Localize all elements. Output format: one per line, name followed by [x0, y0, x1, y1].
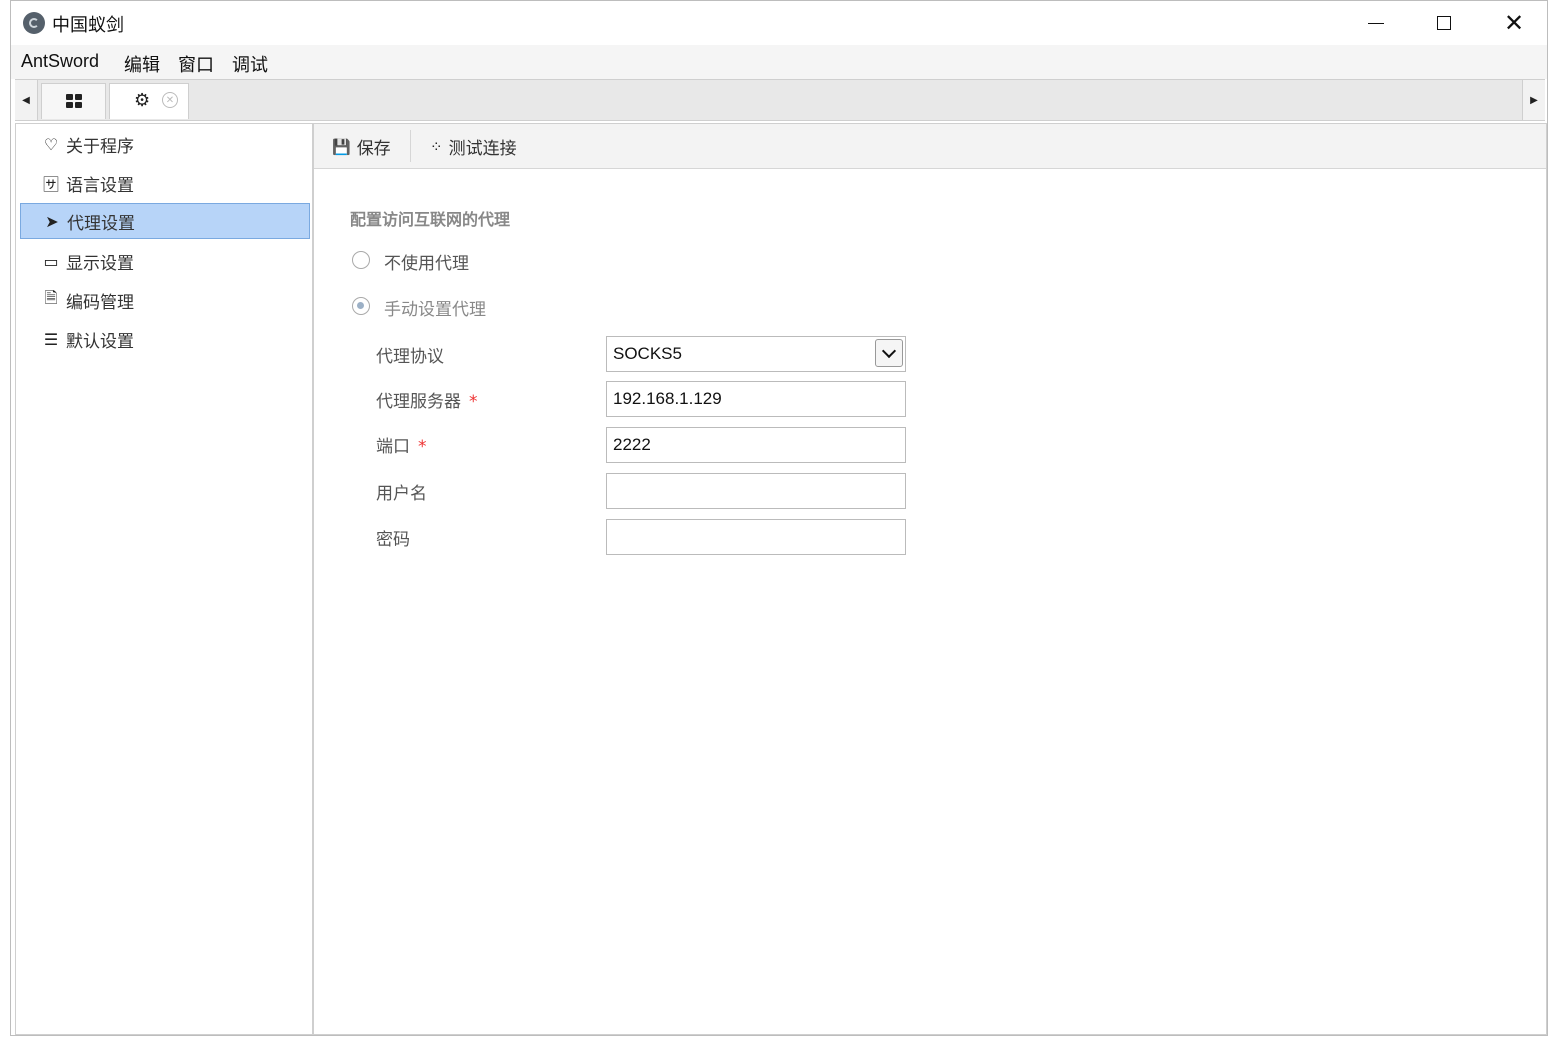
chevron-down-icon: [881, 343, 897, 359]
username-label: 用户名: [376, 484, 427, 504]
sidebar-item-label: 代理设置: [67, 213, 135, 234]
sidebar-item-encoding[interactable]: 🗎 编码管理: [20, 282, 310, 318]
menu-bar: AntSword 编辑 窗口 调试: [11, 45, 1547, 79]
password-input[interactable]: [606, 519, 906, 555]
port-label-text: 端口: [376, 437, 410, 457]
floppy-disk-icon: 💾: [332, 137, 351, 156]
minimize-icon: [1368, 22, 1384, 24]
dropdown-button[interactable]: [875, 339, 903, 367]
password-label: 密码: [376, 530, 410, 550]
grid-icon: [66, 94, 82, 108]
save-label: 保存: [356, 139, 391, 159]
sidebar-item-defaults[interactable]: ☰ 默认设置: [20, 321, 310, 357]
protocol-select[interactable]: SOCKS5: [606, 336, 906, 372]
minimize-button[interactable]: [1341, 1, 1411, 45]
menu-debug[interactable]: 调试: [232, 51, 268, 77]
manual-proxy-label[interactable]: 手动设置代理: [384, 295, 486, 320]
tab-settings[interactable]: ⚙ ✕: [109, 83, 189, 119]
app-window: 中国蚁剑 ✕ AntSword 编辑 窗口 调试 ◀ ⚙ ✕ ▶ ♡ 关于程序 …: [10, 0, 1548, 1036]
translate-icon: 🈂: [42, 175, 59, 194]
port-input[interactable]: 2222: [606, 427, 906, 463]
username-input[interactable]: [606, 473, 906, 509]
save-button[interactable]: 💾 保存: [332, 134, 391, 160]
background-taskbar: [0, 1036, 1560, 1049]
sidebar-item-about[interactable]: ♡ 关于程序: [20, 126, 310, 162]
test-connection-label: 测试连接: [448, 139, 517, 159]
tab-close-icon[interactable]: ✕: [162, 92, 178, 108]
sidebar-item-language[interactable]: 🈂 语言设置: [20, 165, 310, 201]
no-proxy-radio[interactable]: [352, 251, 370, 269]
app-logo-icon: [23, 12, 45, 34]
maximize-button[interactable]: [1409, 1, 1479, 45]
title-bar: 中国蚁剑 ✕: [11, 1, 1547, 45]
protocol-value: SOCKS5: [613, 344, 682, 363]
server-label-text: 代理服务器: [376, 392, 461, 412]
no-proxy-label[interactable]: 不使用代理: [384, 249, 469, 274]
settings-sidebar: ♡ 关于程序 🈂 语言设置 ➤ 代理设置 ▭ 显示设置 🗎 编码管理 ☰ 默认设…: [15, 123, 313, 1035]
tab-scroll-left-button[interactable]: ◀: [15, 80, 38, 120]
maximize-icon: [1437, 16, 1451, 30]
sidebar-item-label: 默认设置: [66, 331, 134, 352]
required-mark: *: [418, 437, 427, 457]
tab-scroll-right-button[interactable]: ▶: [1522, 80, 1545, 120]
sidebar-item-proxy[interactable]: ➤ 代理设置: [20, 203, 310, 239]
gear-icon: ⚙: [134, 90, 151, 111]
sidebar-item-display[interactable]: ▭ 显示设置: [20, 243, 310, 279]
menu-window[interactable]: 窗口: [178, 51, 214, 77]
close-button[interactable]: ✕: [1479, 1, 1549, 45]
background-app: [1548, 0, 1560, 1049]
sliders-icon: ☰: [43, 329, 59, 349]
spinner-icon: ⁘: [430, 137, 443, 156]
toolbar-divider: [410, 130, 411, 162]
server-label: 代理服务器 *: [376, 387, 478, 412]
close-icon: ✕: [1503, 9, 1525, 37]
manual-proxy-radio[interactable]: [352, 297, 370, 315]
protocol-label: 代理协议: [376, 347, 444, 367]
server-input[interactable]: 192.168.1.129: [606, 381, 906, 417]
window-title: 中国蚁剑: [52, 15, 124, 36]
monitor-icon: ▭: [43, 251, 59, 271]
panel-toolbar: 💾 保存 ⁘ 测试连接: [314, 124, 1546, 169]
sidebar-item-label: 编码管理: [66, 292, 134, 313]
paper-plane-icon: ➤: [45, 211, 59, 231]
sidebar-item-label: 关于程序: [66, 136, 134, 157]
menu-antsword[interactable]: AntSword: [21, 51, 99, 72]
sidebar-item-label: 语言设置: [66, 175, 134, 196]
tab-bar: ◀ ⚙ ✕ ▶: [15, 79, 1545, 121]
proxy-settings-panel: 💾 保存 ⁘ 测试连接 配置访问互联网的代理 不使用代理 手动设置代理 代理协议…: [313, 123, 1547, 1035]
port-label: 端口 *: [376, 432, 427, 457]
code-file-icon: 🗎: [44, 287, 58, 307]
test-connection-button[interactable]: ⁘ 测试连接: [430, 134, 517, 160]
menu-edit[interactable]: 编辑: [124, 51, 160, 77]
tab-home[interactable]: [41, 83, 106, 119]
section-title: 配置访问互联网的代理: [350, 210, 511, 229]
heart-icon: ♡: [43, 134, 59, 154]
sidebar-item-label: 显示设置: [66, 253, 134, 274]
required-mark: *: [469, 392, 478, 412]
